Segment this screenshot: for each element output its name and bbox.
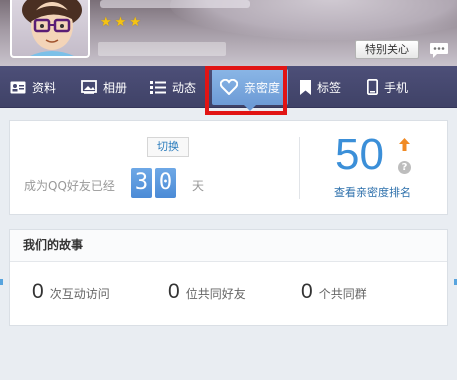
section-title: 我们的故事 <box>10 230 447 262</box>
level-stars: ★★★ <box>100 15 144 30</box>
stat-mutual-friends: 0 位共同好友 <box>168 280 246 304</box>
tab-label: 资料 <box>32 80 57 95</box>
stat-value: 0 <box>32 280 44 303</box>
tab-tags[interactable]: 标签 <box>300 66 341 108</box>
star-icon: ★ <box>100 15 115 30</box>
view-ranking-link[interactable]: 查看亲密度排名 <box>334 184 411 200</box>
tab-feed[interactable]: 动态 <box>150 66 196 108</box>
switch-button[interactable]: 切换 <box>147 137 189 157</box>
heart-icon <box>220 79 238 95</box>
tab-label: 动态 <box>172 80 197 95</box>
intimacy-score: 50 <box>335 130 384 179</box>
tab-intimacy[interactable]: 亲密度 <box>212 69 289 111</box>
our-story-panel: 我们的故事 0 次互动访问 0 位共同好友 0 个共同群 <box>9 229 448 326</box>
nickname-blurred <box>100 0 250 8</box>
days-digit: 0 <box>155 168 176 198</box>
tab-label: 亲密度 <box>244 80 281 95</box>
tab-album[interactable]: 相册 <box>81 66 127 108</box>
avatar-portrait-icon <box>22 0 82 56</box>
stat-label: 次互动访问 <box>49 287 110 301</box>
stat-interactions: 0 次互动访问 <box>32 280 110 304</box>
chat-bubble-icon[interactable] <box>428 39 450 61</box>
friend-duration-label: 成为QQ好友已经 <box>24 179 115 193</box>
tab-label: 手机 <box>384 80 409 95</box>
stat-value: 0 <box>301 280 313 303</box>
signature-blurred <box>98 42 226 56</box>
tab-label: 相册 <box>103 80 128 95</box>
tab-profile[interactable]: 资料 <box>10 66 56 108</box>
up-arrow-icon <box>399 138 410 151</box>
bookmark-icon <box>300 79 311 95</box>
stat-common-groups: 0 个共同群 <box>301 280 367 304</box>
star-icon: ★ <box>114 15 130 30</box>
stat-label: 位共同好友 <box>185 287 246 301</box>
profile-tab-bar: 资料 相册 动态 亲密度 标签 手机 <box>0 66 457 111</box>
days-unit-label: 天 <box>192 179 205 193</box>
star-icon: ★ <box>129 15 144 30</box>
stat-value: 0 <box>168 280 180 303</box>
photo-album-icon <box>81 80 97 94</box>
tab-label: 标签 <box>317 80 342 95</box>
special-care-button[interactable]: 特别关心 <box>355 40 419 59</box>
profile-header: ★★★ 特别关心 <box>0 0 457 66</box>
phone-icon <box>367 79 378 95</box>
profile-card-icon <box>10 81 26 93</box>
vertical-divider <box>299 137 300 199</box>
tab-phone[interactable]: 手机 <box>367 66 408 108</box>
feed-list-icon <box>150 80 166 94</box>
stat-label: 个共同群 <box>318 287 367 301</box>
intimacy-panel: 切换 成为QQ好友已经 3 0 天 50 ? 查看亲密度排名 <box>9 120 448 215</box>
days-digit: 3 <box>131 168 152 198</box>
help-icon[interactable]: ? <box>398 161 411 174</box>
scroll-marker <box>0 279 3 285</box>
avatar[interactable] <box>10 0 90 58</box>
